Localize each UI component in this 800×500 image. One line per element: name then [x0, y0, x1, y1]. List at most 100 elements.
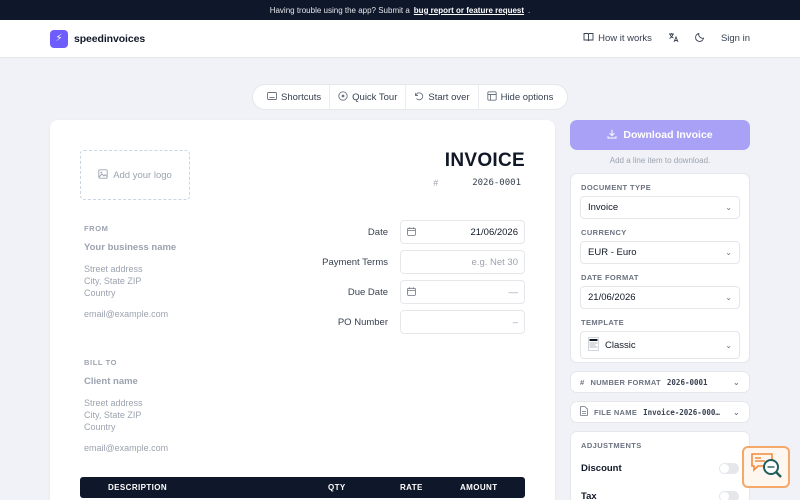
from-label: FROM	[84, 224, 109, 233]
client-address-input[interactable]: Street address City, State ZIP Country	[84, 397, 143, 433]
tax-row: Tax	[571, 482, 749, 500]
chevron-down-icon: ⌄	[725, 203, 732, 212]
compass-icon	[338, 91, 348, 103]
bug-report-link[interactable]: bug report or feature request	[414, 6, 524, 15]
announcement-banner: Having trouble using the app? Submit a b…	[0, 0, 800, 20]
document-type-value: Invoice	[588, 202, 619, 213]
currency-select[interactable]: EUR - Euro ⌄	[580, 241, 740, 264]
po-number-input[interactable]: –	[400, 310, 525, 334]
payment-terms-label: Payment Terms	[322, 256, 388, 268]
document-type-label: DOCUMENT TYPE	[581, 183, 652, 192]
invoice-number[interactable]: 2026-0001	[472, 178, 521, 188]
due-date-label: Due Date	[347, 286, 388, 298]
quick-tour-button[interactable]: Quick Tour	[330, 85, 407, 109]
payment-terms-input[interactable]: e.g. Net 30	[400, 250, 525, 274]
chevron-down-icon: ⌄	[725, 293, 732, 302]
file-icon	[580, 406, 588, 418]
business-email-input[interactable]: email@example.com	[84, 308, 168, 320]
address-line: City, State ZIP	[84, 410, 142, 420]
banner-suffix: .	[528, 5, 531, 15]
due-date-value: —	[508, 286, 519, 298]
discount-label: Discount	[581, 462, 622, 474]
calendar-icon	[407, 286, 416, 298]
address-line: City, State ZIP	[84, 276, 142, 286]
adjustments-panel: ADJUSTMENTS Discount Tax	[570, 431, 750, 500]
hide-options-label: Hide options	[500, 91, 554, 103]
document-type-select[interactable]: Invoice ⌄	[580, 196, 740, 219]
hash-icon: #	[580, 377, 585, 387]
bill-to-label: BILL TO	[84, 358, 118, 367]
template-select[interactable]: Classic ⌄	[580, 331, 740, 359]
calendar-icon	[407, 226, 416, 238]
due-date-row: Due Date —	[278, 280, 525, 304]
number-format-value: 2026-0001	[666, 377, 708, 387]
invoice-editor: Add your logo INVOICE # 2026-0001 FROM Y…	[50, 120, 555, 500]
date-label: Date	[367, 226, 388, 238]
lightning-icon[interactable]: ⚡	[50, 29, 68, 48]
po-number-value: –	[512, 316, 518, 328]
shortcuts-button[interactable]: Shortcuts	[259, 85, 331, 109]
how-it-works-label: How it works	[598, 33, 652, 44]
po-number-row: PO Number –	[278, 310, 525, 334]
client-email-input[interactable]: email@example.com	[84, 442, 168, 454]
sign-in-link[interactable]: Sign in	[721, 33, 750, 44]
date-format-value: 21/06/2026	[588, 292, 636, 303]
tax-toggle[interactable]	[719, 490, 739, 500]
business-name-input[interactable]: Your business name	[84, 242, 176, 253]
help-chat-widget[interactable]	[742, 446, 790, 488]
due-date-input[interactable]: —	[400, 280, 525, 304]
file-name-label: FILE NAME	[594, 407, 638, 417]
client-name-input[interactable]: Client name	[84, 376, 138, 387]
download-hint: Add a line item to download.	[609, 156, 711, 165]
address-line: Country	[84, 288, 116, 298]
rate-header: RATE	[400, 483, 423, 492]
adjustments-label: ADJUSTMENTS	[581, 441, 642, 450]
date-input[interactable]: 21/06/2026	[400, 220, 525, 244]
discount-toggle[interactable]	[719, 462, 739, 474]
file-name-section[interactable]: FILE NAME Invoice-2026-0001... ⌄	[570, 401, 750, 423]
po-number-label: PO Number	[337, 316, 388, 328]
download-invoice-button[interactable]: Download Invoice	[570, 120, 750, 150]
date-row: Date 21/06/2026	[278, 220, 525, 244]
top-navigation: ⚡ speedinvoices How it works Sign in	[0, 20, 800, 58]
logo-placeholder: Add your logo	[113, 169, 172, 181]
address-line: Street address	[84, 264, 143, 274]
qty-header: QTY	[328, 483, 346, 492]
moon-icon[interactable]	[695, 32, 705, 45]
template-label: TEMPLATE	[581, 318, 625, 327]
date-format-label: DATE FORMAT	[581, 273, 639, 282]
date-format-select[interactable]: 21/06/2026 ⌄	[580, 286, 740, 309]
chevron-down-icon: ⌄	[732, 407, 740, 417]
download-icon	[607, 129, 617, 142]
hide-options-button[interactable]: Hide options	[479, 85, 562, 109]
book-icon	[583, 32, 594, 45]
business-address-input[interactable]: Street address City, State ZIP Country	[84, 263, 143, 299]
date-value: 21/06/2026	[470, 226, 518, 238]
line-items-header: DESCRIPTION QTY RATE AMOUNT	[80, 477, 525, 498]
chevron-down-icon: ⌄	[725, 248, 732, 257]
brand-name[interactable]: speedinvoices	[74, 33, 145, 45]
amount-header: AMOUNT	[460, 483, 498, 492]
number-format-section[interactable]: # NUMBER FORMAT 2026-0001 ⌄	[570, 371, 750, 393]
invoice-number-field[interactable]: # 2026-0001	[433, 178, 521, 188]
currency-label: CURRENCY	[581, 228, 627, 237]
translate-icon[interactable]	[668, 32, 679, 46]
logo-upload[interactable]: Add your logo	[80, 150, 190, 200]
template-thumbnail-icon	[588, 336, 599, 354]
start-over-button[interactable]: Start over	[406, 85, 479, 109]
document-options-panel: DOCUMENT TYPE Invoice ⌄ CURRENCY EUR - E…	[570, 173, 750, 363]
panel-icon	[486, 91, 497, 103]
header-nav: How it works Sign in	[583, 32, 750, 46]
currency-value: EUR - Euro	[588, 247, 637, 258]
quick-tour-label: Quick Tour	[352, 91, 398, 103]
keyboard-icon	[267, 92, 277, 102]
how-it-works-link[interactable]: How it works	[583, 32, 652, 45]
address-line: Street address	[84, 398, 143, 408]
chevron-down-icon: ⌄	[732, 377, 740, 387]
address-line: Country	[84, 422, 116, 432]
hash-icon: #	[433, 178, 439, 188]
template-value: Classic	[605, 339, 636, 351]
chevron-down-icon: ⌄	[725, 340, 732, 350]
start-over-label: Start over	[428, 91, 470, 103]
file-name-value: Invoice-2026-0001...	[643, 407, 723, 417]
